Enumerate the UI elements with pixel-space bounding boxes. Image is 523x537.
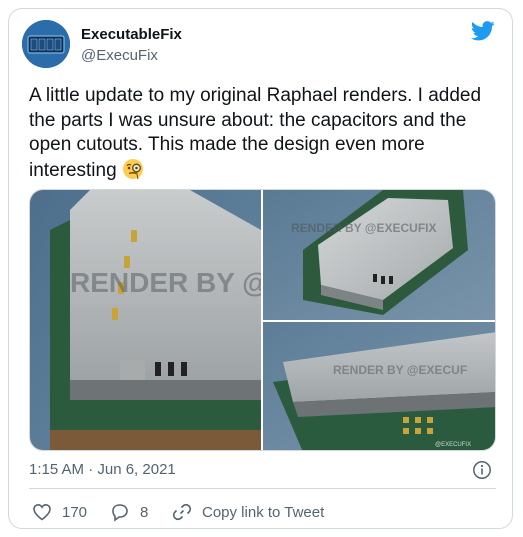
info-icon[interactable] <box>472 460 492 480</box>
tweet-body: A little update to my original Raphael r… <box>29 85 482 181</box>
copy-link-label: Copy link to Tweet <box>202 503 325 521</box>
tweet-timestamp[interactable]: 1:15 AM · Jun 6, 2021 <box>29 461 176 478</box>
face-with-monocle-emoji <box>122 158 144 180</box>
reply-icon <box>112 504 128 522</box>
corner-label: @EXECUFIX <box>435 442 471 448</box>
like-button[interactable]: 170 <box>32 502 87 522</box>
watermark-top-right: RENDER BY @EXECUFIX <box>291 221 437 235</box>
reply-count: 8 <box>140 503 149 521</box>
media-grid: RENDER BY @ RENDER BY @EXECUFIX RENDER B… <box>29 189 496 451</box>
like-count: 170 <box>62 503 88 521</box>
link-icon <box>172 503 192 521</box>
watermark-bottom-right: RENDER BY @EXECUF <box>333 363 467 377</box>
reply-button[interactable]: 8 <box>110 502 148 522</box>
copy-link-button[interactable]: Copy link to Tweet <box>172 502 324 522</box>
cpu-render-image-top-right[interactable]: RENDER BY @EXECUFIX <box>263 190 495 320</box>
tweet-text: A little update to my original Raphael r… <box>29 84 499 183</box>
cpu-render-image-bottom-right[interactable]: RENDER BY @EXECUF @EXECUFIX <box>263 322 495 450</box>
watermark-main: RENDER BY @ <box>70 267 261 298</box>
twitter-bird-icon[interactable] <box>470 21 495 41</box>
user-handle[interactable]: @ExecuFix <box>81 47 158 64</box>
cpu-render-image-main[interactable]: RENDER BY @ <box>30 190 261 450</box>
divider <box>29 488 496 489</box>
heart-icon <box>33 503 51 521</box>
avatar[interactable] <box>22 20 70 68</box>
display-name[interactable]: ExecutableFix <box>81 26 182 43</box>
